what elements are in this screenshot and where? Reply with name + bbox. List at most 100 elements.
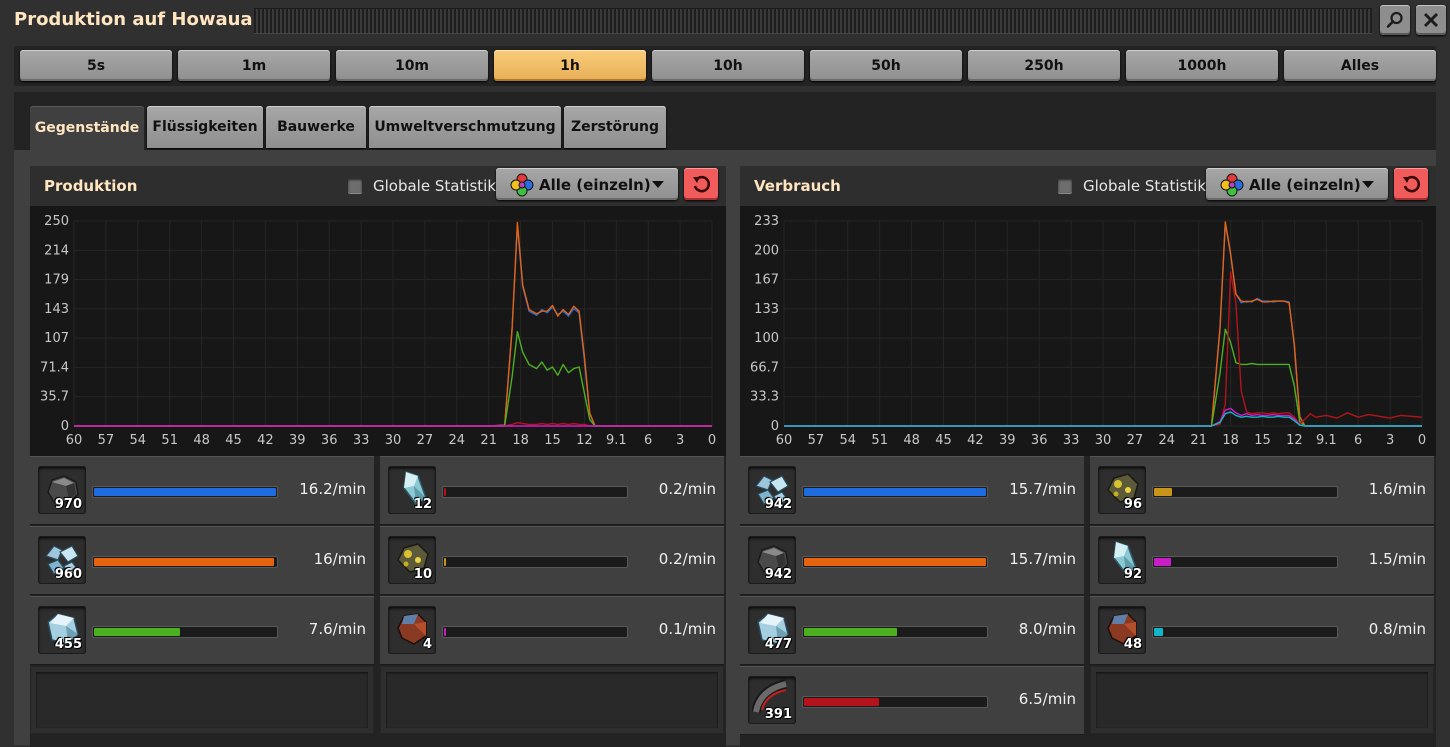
x-tick-label: 60 [776, 433, 793, 448]
x-tick-label: 18 [1222, 433, 1239, 448]
item-count: 970 [54, 497, 82, 512]
item-count: 391 [764, 707, 792, 722]
item-count: 942 [764, 497, 792, 512]
tab-destruction[interactable]: Zerstörung [564, 106, 666, 148]
x-tick-label: 54 [840, 433, 857, 448]
x-tick-label: 9.1 [1316, 433, 1337, 448]
item-slot[interactable]: 10 [388, 536, 436, 584]
item-slot[interactable]: 96 [1098, 466, 1146, 514]
time-button-1000h[interactable]: 1000h [1126, 50, 1278, 81]
item-count: 12 [413, 497, 432, 512]
x-tick-label: 45 [225, 433, 242, 448]
x-tick-label: 12 [576, 433, 593, 448]
rate-bar [802, 486, 988, 498]
item-slot[interactable]: 391 [748, 676, 796, 724]
item-slot[interactable]: 477 [748, 606, 796, 654]
time-button-1h[interactable]: 1h [494, 50, 646, 81]
y-tick-label: 143 [44, 302, 69, 317]
item-slot[interactable]: 942 [748, 466, 796, 514]
y-tick-label: 0 [61, 419, 69, 434]
x-tick-label: 48 [193, 433, 210, 448]
time-button-10m[interactable]: 10m [336, 50, 488, 81]
rate-value: 15.7/min [1009, 480, 1076, 498]
x-tick-label: 6 [1354, 433, 1362, 448]
item-filter-dropdown[interactable]: Alle (einzeln) [496, 168, 678, 200]
time-button-50h[interactable]: 50h [810, 50, 962, 81]
x-tick-label: 33 [1063, 433, 1080, 448]
search-button[interactable] [1380, 5, 1410, 35]
x-tick-label: 3 [1386, 433, 1394, 448]
item-count: 942 [764, 567, 792, 582]
y-tick-label: 200 [754, 243, 779, 258]
drag-handle[interactable] [254, 8, 1372, 34]
rate-bar [92, 626, 278, 638]
rate-value: 8.0/min [1018, 620, 1076, 638]
reset-button[interactable] [684, 168, 718, 200]
x-tick-label: 54 [130, 433, 147, 448]
x-tick-label: 27 [417, 433, 434, 448]
x-tick-label: 30 [1095, 433, 1112, 448]
item-slot[interactable]: 942 [748, 536, 796, 584]
item-count: 455 [54, 637, 82, 652]
list-item[interactable]: 12 0.2/min [380, 456, 724, 524]
rate-bar-fill [804, 558, 986, 566]
time-button-250h[interactable]: 250h [968, 50, 1120, 81]
color-wheel-icon [510, 173, 534, 197]
item-count: 92 [1123, 567, 1142, 582]
production-panel: Produktion Globale Statistik Alle (einze… [30, 166, 726, 747]
time-button-all[interactable]: Alles [1284, 50, 1436, 81]
global-stats-label: Globale Statistik [1083, 177, 1207, 195]
rate-bar [92, 556, 278, 568]
rate-bar [442, 486, 628, 498]
list-item[interactable]: 960 16/min [30, 526, 374, 594]
rate-bar [1152, 556, 1338, 568]
x-tick-label: 42 [257, 433, 274, 448]
list-item[interactable]: 970 16.2/min [30, 456, 374, 524]
list-item[interactable]: 4 0.1/min [380, 596, 724, 664]
item-slot[interactable]: 970 [38, 466, 86, 514]
tab-fluids[interactable]: Flüssigkeiten [147, 106, 263, 148]
list-item[interactable]: 92 1.5/min [1090, 526, 1434, 594]
empty-slot-inner [1096, 672, 1428, 728]
item-slot[interactable]: 48 [1098, 606, 1146, 654]
item-slot[interactable]: 4 [388, 606, 436, 654]
close-button[interactable] [1416, 5, 1446, 35]
time-button-10h[interactable]: 10h [652, 50, 804, 81]
list-item[interactable]: 942 15.7/min [740, 526, 1084, 594]
y-tick-label: 0 [771, 419, 779, 434]
list-item[interactable]: 477 8.0/min [740, 596, 1084, 664]
item-slot[interactable]: 455 [38, 606, 86, 654]
list-item[interactable]: 96 1.6/min [1090, 456, 1434, 524]
item-filter-value: Alle (einzeln) [1249, 176, 1361, 194]
chart-background [30, 206, 726, 456]
consumption-chart: 033.366.710013316720023360 57 54 51 48 45 42 39… [740, 206, 1436, 456]
item-count: 960 [54, 567, 82, 582]
x-tick-label: 12 [1286, 433, 1303, 448]
tab-items[interactable]: Gegenstände [30, 106, 144, 150]
y-tick-label: 133 [754, 302, 779, 317]
time-button-1m[interactable]: 1m [178, 50, 330, 81]
item-count: 48 [1123, 637, 1142, 652]
global-stats-checkbox[interactable] [348, 179, 362, 193]
tab-buildings[interactable]: Bauwerke [266, 106, 366, 148]
reset-button[interactable] [1394, 168, 1428, 200]
item-slot[interactable]: 92 [1098, 536, 1146, 584]
item-slot[interactable]: 12 [388, 466, 436, 514]
x-tick-label: 15 [544, 433, 561, 448]
list-item[interactable]: 391 6.5/min [740, 666, 1084, 734]
item-filter-value: Alle (einzeln) [539, 176, 651, 194]
x-tick-label: 33 [353, 433, 370, 448]
item-filter-dropdown[interactable]: Alle (einzeln) [1206, 168, 1388, 200]
time-button-5s[interactable]: 5s [20, 50, 172, 81]
tab-pollution[interactable]: Umweltverschmutzung [369, 106, 561, 148]
global-stats-checkbox[interactable] [1058, 179, 1072, 193]
chevron-down-icon [652, 181, 664, 188]
window-titlebar[interactable]: Produktion auf Howaua [0, 0, 1450, 40]
list-item[interactable]: 48 0.8/min [1090, 596, 1434, 664]
item-slot[interactable]: 960 [38, 536, 86, 584]
list-item[interactable]: 942 15.7/min [740, 456, 1084, 524]
x-tick-label: 15 [1254, 433, 1271, 448]
list-item[interactable]: 455 7.6/min [30, 596, 374, 664]
rate-bar [802, 696, 988, 708]
list-item[interactable]: 10 0.2/min [380, 526, 724, 594]
